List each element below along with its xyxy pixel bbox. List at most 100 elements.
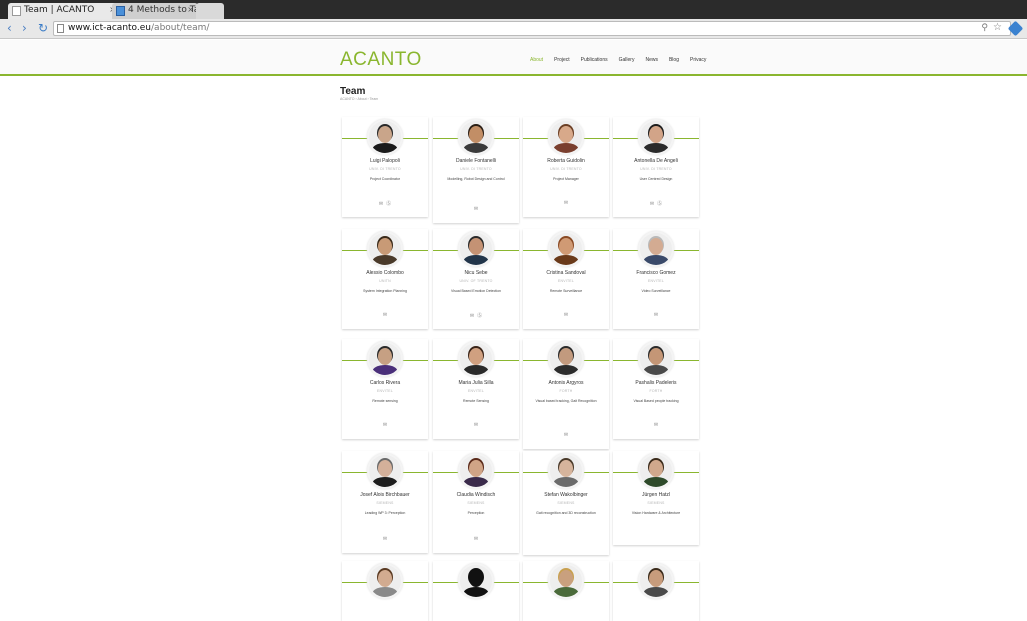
member-name: Pashalis Padeleris xyxy=(635,380,677,386)
contact-icons: ✉ Ⓢ xyxy=(342,200,428,207)
team-member-card: Roberta Guidolin UNIV. DI TRENTO Project M… xyxy=(523,117,609,217)
member-organization: ENVITEL xyxy=(558,279,574,283)
member-role: User Centred Design xyxy=(639,177,673,181)
member-organization: SIEMENS xyxy=(376,501,394,505)
member-organization: FORTH xyxy=(559,389,573,393)
team-member-card: Josef Alois Birchbauer SIEMENS Leading WP … xyxy=(342,451,428,553)
mail-icon[interactable]: ✉ xyxy=(383,312,387,318)
nav-news[interactable]: News xyxy=(645,57,658,63)
avatar xyxy=(460,343,492,375)
address-bar[interactable]: www.ict-acanto.eu/about/team/ ⚲ ☆ xyxy=(53,21,1011,36)
skype-icon[interactable]: Ⓢ xyxy=(657,201,662,207)
member-role: Project Coordinator xyxy=(369,177,401,181)
avatar xyxy=(550,343,582,375)
page-icon xyxy=(57,24,64,33)
forward-button[interactable]: › xyxy=(22,21,27,35)
avatar xyxy=(369,565,401,597)
member-name: Maria Julia Silla xyxy=(458,380,494,386)
member-name: Francisco Gomez xyxy=(636,270,676,276)
mail-icon[interactable]: ✉ xyxy=(474,422,478,428)
avatar xyxy=(460,455,492,487)
browser-tab-bar: Team | ACANTO × 4 Methods to Tak × xyxy=(0,0,1027,19)
team-member-card: Pashalis Padeleris FORTH Visual Based peop… xyxy=(613,339,699,439)
contact-icons: ✉ xyxy=(433,206,519,212)
mail-icon[interactable]: ✉ xyxy=(564,200,568,206)
member-role: Visual based tracking, Gait Recognition xyxy=(535,399,597,403)
mail-icon[interactable]: ✉ xyxy=(474,536,478,542)
nav-gallery[interactable]: Gallery xyxy=(619,57,635,63)
avatar xyxy=(550,565,582,597)
member-organization: SIEMENS xyxy=(557,501,575,505)
wikihow-favicon-icon xyxy=(116,6,125,16)
member-name: Jürgen Hatzl xyxy=(641,492,671,498)
member-name: Alessio Colombo xyxy=(366,270,404,276)
tab-close-icon[interactable]: × xyxy=(187,5,194,14)
member-name: Carlos Rivera xyxy=(369,380,401,386)
tab-team-acanto[interactable]: Team | ACANTO × xyxy=(8,3,120,19)
mail-icon[interactable]: ✉ xyxy=(654,422,658,428)
browser-toolbar: ‹ › ↻ www.ict-acanto.eu/about/team/ ⚲ ☆ xyxy=(0,19,1027,39)
avatar xyxy=(640,121,672,153)
reload-button[interactable]: ↻ xyxy=(38,21,48,35)
mail-icon[interactable]: ✉ xyxy=(379,201,383,207)
nav-project[interactable]: Project xyxy=(554,57,570,63)
member-role: System Integration Planning xyxy=(363,289,407,293)
mail-icon[interactable]: ✉ xyxy=(650,201,654,207)
url-host: www.ict-acanto.eu xyxy=(68,23,152,33)
mail-icon[interactable]: ✉ xyxy=(474,206,478,212)
zoom-icon[interactable]: ⚲ xyxy=(981,22,988,35)
team-member-card: Alessio Colombo UNITN System Integration P… xyxy=(342,229,428,329)
member-organization: UNITN xyxy=(379,279,391,283)
contact-icons: ✉ xyxy=(523,200,609,206)
member-name: Daniele Fontanelli xyxy=(455,158,497,164)
member-organization: UNIV. DI TRENTO xyxy=(550,167,582,171)
skype-icon[interactable]: Ⓢ xyxy=(477,313,482,319)
contact-icons: ✉ xyxy=(523,432,609,438)
member-organization: SIEMENS xyxy=(647,501,665,505)
nav-publications[interactable]: Publications xyxy=(581,57,608,63)
team-member-card: Jürgen Hatzl SIEMENS Vision Hardware & Arc… xyxy=(613,451,699,545)
mail-icon[interactable]: ✉ xyxy=(383,536,387,542)
member-organization: FORTH xyxy=(649,389,663,393)
nav-blog[interactable]: Blog xyxy=(669,57,679,63)
member-role: Remote Surveillance xyxy=(549,289,583,293)
site-logo[interactable]: ACANTO xyxy=(340,49,422,71)
back-button[interactable]: ‹ xyxy=(7,21,12,35)
nav-about[interactable]: About xyxy=(530,57,543,63)
member-role: Remote sensing xyxy=(372,399,398,403)
tab-4-methods[interactable]: 4 Methods to Tak × xyxy=(112,3,198,19)
mail-icon[interactable]: ✉ xyxy=(654,312,658,318)
member-organization: SIEMENS xyxy=(467,501,485,505)
mail-icon[interactable]: ✉ xyxy=(470,313,474,319)
avatar xyxy=(369,455,401,487)
avatar xyxy=(460,233,492,265)
contact-icons: ✉ xyxy=(613,422,699,428)
member-name: Nicu Sebe xyxy=(464,270,488,276)
member-name: Josef Alois Birchbauer xyxy=(360,492,410,498)
contact-icons: ✉ xyxy=(433,422,519,428)
team-member-card: Cristina Sandoval ENVITEL Remote Surveilla… xyxy=(523,229,609,329)
member-organization: UNIV. OF TRENTO xyxy=(459,279,493,283)
team-member-card: Carlos Rivera ENVITEL Remote sensing ✉ xyxy=(342,339,428,439)
avatar xyxy=(460,121,492,153)
team-member-card: Daniele Fontanelli UNIV. DI TRENTO Modelli… xyxy=(433,117,519,223)
new-tab-button[interactable] xyxy=(196,3,224,19)
main-nav: About Project Publications Gallery News … xyxy=(530,57,706,63)
member-organization: UNIV. DI TRENTO xyxy=(460,167,492,171)
member-name: Cristina Sandoval xyxy=(546,270,586,276)
contact-icons: ✉ xyxy=(433,536,519,542)
mail-icon[interactable]: ✉ xyxy=(564,312,568,318)
team-member-card: Nicu Sebe UNIV. OF TRENTO Visual Based Emo… xyxy=(433,229,519,329)
bookmark-star-icon[interactable]: ☆ xyxy=(993,21,1002,34)
contact-icons: ✉ xyxy=(342,312,428,318)
avatar xyxy=(640,565,672,597)
avatar xyxy=(640,233,672,265)
member-organization: ENVITEL xyxy=(377,389,393,393)
nav-privacy[interactable]: Privacy xyxy=(690,57,706,63)
member-role: Gait recognition and 3D reconstruction xyxy=(536,511,596,515)
avatar xyxy=(369,233,401,265)
member-organization: ENVITEL xyxy=(648,279,664,283)
mail-icon[interactable]: ✉ xyxy=(564,432,568,438)
skype-icon[interactable]: Ⓢ xyxy=(386,201,391,207)
mail-icon[interactable]: ✉ xyxy=(383,422,387,428)
